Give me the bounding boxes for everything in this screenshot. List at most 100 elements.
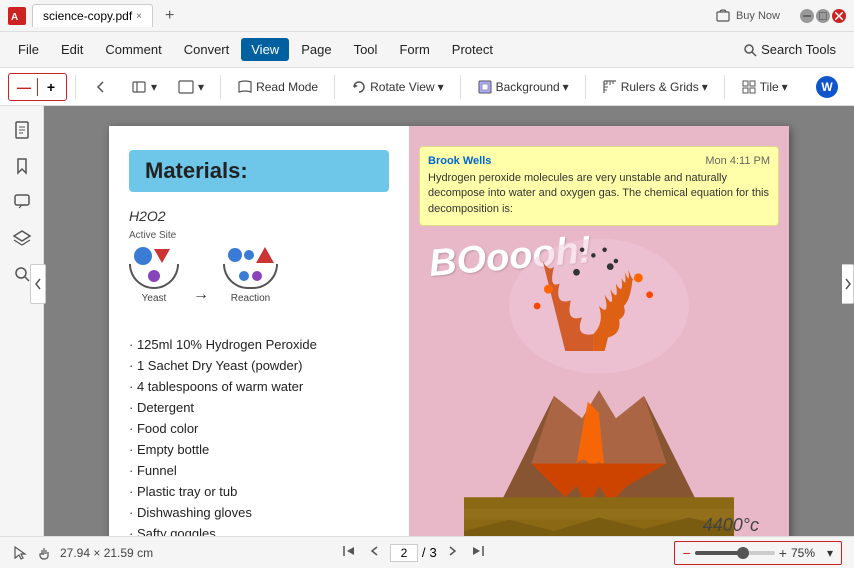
sidebar-pages-btn[interactable]	[6, 114, 38, 146]
toolbar-dropdown: ▾	[151, 80, 157, 94]
diagram-circles: Yeast →	[129, 247, 389, 304]
rulers-grids-btn[interactable]: Rulers & Grids ▾	[594, 75, 716, 99]
page-number-input[interactable]	[390, 544, 418, 562]
background-dropdown: ▾	[563, 80, 569, 94]
zoom-slider-thumb[interactable]	[737, 547, 749, 559]
main-area: Materials: H2O2 Active Site	[0, 106, 854, 536]
view-toggle-btn[interactable]: ▾	[169, 74, 212, 100]
toolbar-sep4	[460, 75, 461, 99]
background-btn[interactable]: Background ▾	[469, 75, 577, 99]
menu-tool[interactable]: Tool	[344, 38, 388, 61]
arrow-right: →	[193, 286, 209, 304]
toolbar-sep2	[220, 75, 221, 99]
active-site-label: Active Site	[129, 230, 389, 241]
tile-btn[interactable]: Tile ▾	[733, 75, 796, 99]
page-left: Materials: H2O2 Active Site	[109, 126, 409, 536]
menu-convert[interactable]: Convert	[174, 38, 240, 61]
yeast-circles	[134, 247, 170, 265]
comment-time: Mon 4:11 PM	[705, 155, 770, 167]
menu-protect[interactable]: Protect	[442, 38, 503, 61]
status-bar: 27.94 × 21.59 cm / 3 −	[0, 536, 854, 568]
zoom-slider-plus[interactable]: +	[779, 545, 787, 561]
page-area: Materials: H2O2 Active Site	[44, 106, 854, 536]
minimize-btn[interactable]	[800, 9, 814, 23]
menu-bar: File Edit Comment Convert View Page Tool…	[0, 32, 854, 68]
window-controls	[800, 9, 846, 23]
zoom-out-btn[interactable]: —	[13, 76, 35, 98]
user-icon-btn[interactable]: W	[808, 72, 846, 102]
yeast-group: Yeast	[129, 247, 179, 304]
search-tools-btn[interactable]: Search Tools	[733, 38, 846, 61]
list-item-5: Food color	[129, 418, 389, 439]
first-page-icon	[342, 544, 356, 558]
page-last-btn[interactable]	[467, 542, 489, 563]
page-next-btn[interactable]	[441, 542, 463, 563]
svg-text:A: A	[11, 12, 18, 23]
sidebar-comments-btn[interactable]	[6, 186, 38, 218]
tab-filename: science-copy.pdf	[43, 9, 132, 23]
list-item-6: Empty bottle	[129, 439, 389, 460]
pdf-page: Materials: H2O2 Active Site	[109, 126, 789, 536]
title-bar-right: Buy Now	[710, 7, 846, 25]
inner-circle-2	[252, 271, 262, 281]
zoom-slider-area: − + 75% ▾	[674, 541, 842, 565]
prev-page-icon	[368, 544, 382, 558]
page-prev-btn[interactable]	[364, 542, 386, 563]
yeast-bowl	[129, 247, 179, 289]
pdf-tab[interactable]: science-copy.pdf ×	[32, 4, 153, 27]
sidebar-bookmark-btn[interactable]	[6, 150, 38, 182]
rotate-view-btn[interactable]: Rotate View ▾	[343, 75, 452, 99]
zoom-value: 75%	[791, 546, 823, 560]
hand-icon[interactable]	[36, 545, 52, 561]
read-mode-btn[interactable]: Read Mode	[229, 75, 326, 99]
sidebar-toggle-btn[interactable]: ▾	[122, 74, 165, 100]
zoom-slider-track[interactable]	[695, 551, 775, 555]
tab-close-btn[interactable]: ×	[136, 11, 142, 22]
menu-file[interactable]: File	[8, 38, 49, 61]
reaction-inner	[239, 271, 262, 281]
menu-view[interactable]: View	[241, 38, 289, 61]
diagram-area: H2O2 Active Site	[129, 208, 389, 310]
cursor-icon[interactable]	[12, 545, 28, 561]
buy-now-btn[interactable]: Buy Now	[710, 7, 786, 25]
page-dimensions: 27.94 × 21.59 cm	[60, 546, 153, 560]
right-collapse-icon	[844, 278, 852, 290]
sidebar-search-icon	[12, 264, 32, 284]
list-item-8: Plastic tray or tub	[129, 481, 389, 502]
menu-comment[interactable]: Comment	[95, 38, 171, 61]
page-right: Brook Wells Mon 4:11 PM Hydrogen peroxid…	[409, 126, 789, 536]
toolbar-right: W	[808, 72, 846, 102]
menu-form[interactable]: Form	[389, 38, 439, 61]
zoom-in-btn[interactable]: +	[40, 76, 62, 98]
zoom-slider-minus[interactable]: −	[683, 545, 691, 561]
yeast-circle-1	[134, 247, 152, 265]
menu-page[interactable]: Page	[291, 38, 341, 61]
page-first-btn[interactable]	[338, 542, 360, 563]
menu-edit[interactable]: Edit	[51, 38, 93, 61]
sidebar-layers-btn[interactable]	[6, 222, 38, 254]
layers-icon	[12, 228, 32, 248]
zoom-dropdown-btn[interactable]: ▾	[827, 546, 833, 560]
list-item-10: Safty goggles	[129, 523, 389, 536]
view-icon	[177, 78, 195, 96]
temp-text: 4400°c	[703, 515, 759, 536]
reaction-bowl-shape	[223, 264, 278, 289]
toolbar: — + ▾ ▾ Read Mode Rotate View ▾ Backgrou…	[0, 68, 854, 106]
list-item-7: Funnel	[129, 460, 389, 481]
tile-dropdown: ▾	[782, 80, 788, 94]
page-separator: /	[422, 545, 426, 560]
list-item-3: 4 tablespoons of warm water	[129, 376, 389, 397]
user-avatar: W	[816, 76, 838, 98]
close-btn[interactable]	[832, 9, 846, 23]
new-tab-btn[interactable]: +	[159, 7, 180, 25]
comment-text: Hydrogen peroxide molecules are very uns…	[428, 171, 770, 217]
zoom-controls: — +	[8, 73, 67, 101]
right-collapse-btn[interactable]	[842, 264, 854, 304]
app-icon: A	[8, 7, 26, 25]
list-item-2: 1 Sachet Dry Yeast (powder)	[129, 355, 389, 376]
tile-icon	[741, 79, 757, 95]
maximize-btn[interactable]	[816, 9, 830, 23]
search-icon	[743, 43, 757, 57]
back-btn[interactable]	[84, 74, 118, 100]
list-item-4: Detergent	[129, 397, 389, 418]
